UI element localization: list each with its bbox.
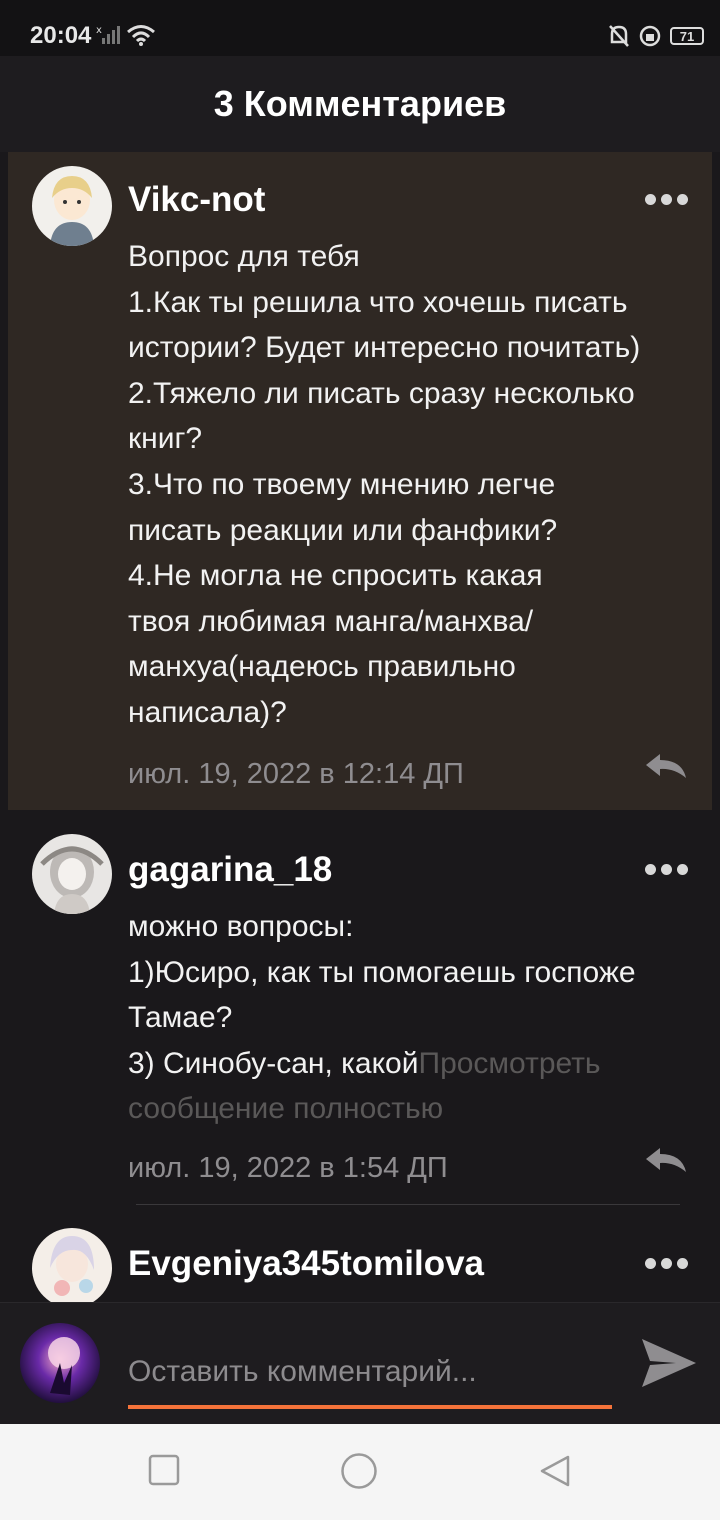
- comment-line: можно вопросы:: [128, 910, 354, 943]
- comment-username[interactable]: Evgeniya345tomilova: [128, 1244, 484, 1284]
- status-icons-right: 71: [608, 24, 704, 48]
- comment-item[interactable]: gagarina_18 можно вопросы: 1)Юсиро, как …: [8, 812, 712, 1205]
- comments-list[interactable]: Vikc-not Вопрос для тебя 1.Как ты решила…: [0, 152, 720, 1302]
- page-header: 3 Комментариев: [0, 56, 720, 152]
- comment-composer: [0, 1302, 720, 1425]
- comment-text: можно вопросы: 1)Юсиро, как ты помогаешь…: [128, 904, 684, 1132]
- comment-line: 1)Юсиро, как ты помогаешь госпоже: [128, 955, 636, 989]
- more-options-icon[interactable]: [645, 1258, 688, 1269]
- comment-line: 2.Тяжело ли писать сразу несколько: [128, 376, 635, 410]
- input-underline: [128, 1405, 612, 1409]
- comment-line: 1.Как ты решила что хочешь писать: [128, 285, 628, 319]
- read-more-link[interactable]: Просмотреть: [419, 1047, 601, 1080]
- comment-line: Тамае?: [128, 1001, 233, 1035]
- reply-icon[interactable]: [644, 752, 688, 780]
- page-title: 3 Комментариев: [213, 83, 507, 124]
- battery-indicator: 71: [670, 27, 704, 45]
- divider: [136, 1204, 680, 1205]
- comment-line: твоя любимая манга/манхва/: [128, 604, 534, 638]
- comment-line: Вопрос для тебя: [128, 240, 360, 273]
- comment-line: 3.Что по твоему мнению легче: [128, 467, 556, 501]
- comment-line: манхуа(надеюсь правильно: [128, 650, 516, 684]
- avatar[interactable]: [32, 166, 112, 246]
- comment-timestamp: июл. 19, 2022 в 12:14 ДП: [128, 758, 464, 790]
- more-options-icon[interactable]: [645, 864, 688, 875]
- comment-line: писать реакции или фанфики?: [128, 513, 558, 547]
- svg-text:x: x: [96, 25, 102, 36]
- comment-line: истории? Будет интересно почитать): [128, 331, 641, 365]
- avatar[interactable]: [32, 834, 112, 914]
- mute-bell-icon: [609, 25, 629, 47]
- comment-line: 4.Не могла не спросить какая: [128, 559, 543, 593]
- home-icon[interactable]: [340, 1452, 378, 1490]
- comment-line: книг?: [128, 422, 203, 456]
- comment-line-text: 3) Синобу-сан, какой: [128, 1046, 419, 1080]
- signal-icon: x: [96, 25, 120, 44]
- comment-timestamp: июл. 19, 2022 в 1:54 ДП: [128, 1152, 448, 1184]
- wifi-icon: [127, 25, 155, 46]
- comment-line: 3) Синобу-сан, какойПросмотреть: [128, 1041, 684, 1087]
- comment-username[interactable]: Vikc-not: [128, 180, 265, 220]
- comment-text: Вопрос для тебя 1.Как ты решила что хоче…: [128, 234, 684, 736]
- reply-icon[interactable]: [644, 1146, 688, 1174]
- send-icon[interactable]: [640, 1335, 698, 1391]
- comment-line: написала)?: [128, 695, 287, 729]
- avatar[interactable]: [32, 1228, 112, 1302]
- status-icons-left: x: [96, 24, 156, 46]
- comment-item[interactable]: Evgeniya345tomilova: [8, 1212, 712, 1302]
- recent-apps-icon[interactable]: [148, 1454, 180, 1486]
- status-bar: 20:04 x 71: [0, 0, 720, 56]
- read-more-link[interactable]: сообщение полностью: [128, 1086, 684, 1132]
- system-nav-bar: [0, 1424, 720, 1520]
- comment-username[interactable]: gagarina_18: [128, 850, 332, 890]
- comment-input[interactable]: [128, 1339, 612, 1405]
- current-user-avatar: [20, 1323, 100, 1403]
- lock-rotation-icon: [639, 25, 661, 47]
- more-options-icon[interactable]: [645, 194, 688, 205]
- back-icon[interactable]: [538, 1454, 572, 1488]
- comment-item[interactable]: Vikc-not Вопрос для тебя 1.Как ты решила…: [8, 152, 712, 810]
- status-time: 20:04: [30, 22, 92, 49]
